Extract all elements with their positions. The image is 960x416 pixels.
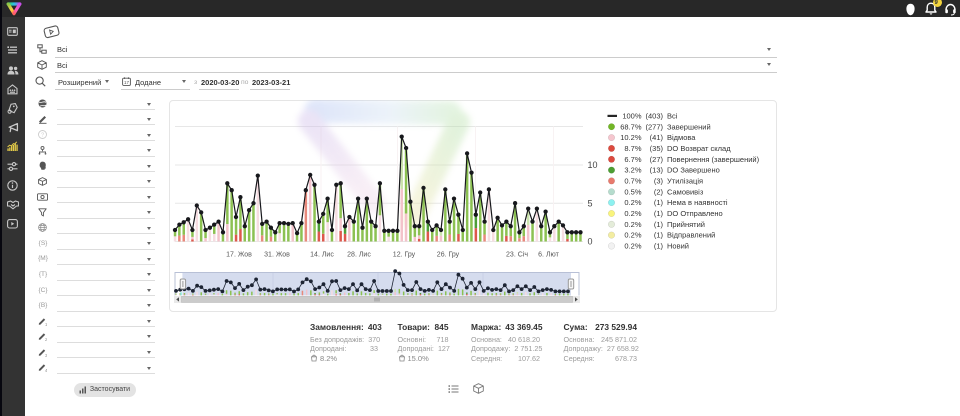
svg-text:(2): (2) [654, 187, 664, 196]
svg-text:23. Січ: 23. Січ [506, 251, 528, 259]
svg-text:Нема в наявності: Нема в наявності [667, 198, 728, 207]
svg-text:(277): (277) [645, 122, 663, 131]
svg-text:3.2%: 3.2% [624, 166, 641, 175]
svg-text:(1): (1) [654, 231, 664, 240]
svg-text:26. Гру: 26. Гру [437, 252, 460, 259]
svg-text:3: 3 [45, 352, 47, 356]
svg-text:?: ? [41, 133, 44, 139]
svg-text:0.2%: 0.2% [624, 220, 641, 229]
svg-text:0.2%: 0.2% [624, 231, 641, 240]
svg-text:6.7%: 6.7% [624, 155, 641, 164]
svg-text:68.7%: 68.7% [620, 122, 642, 131]
svg-text:(3): (3) [654, 177, 664, 186]
svg-text:DO Возврат склад: DO Возврат склад [667, 144, 731, 153]
svg-text:100%: 100% [622, 112, 642, 121]
svg-text:(1): (1) [654, 198, 664, 207]
svg-text:(41): (41) [650, 133, 664, 142]
svg-text:0.2%: 0.2% [624, 242, 641, 251]
svg-text:(403): (403) [645, 112, 663, 121]
svg-text:0.2%: 0.2% [624, 209, 641, 218]
svg-text:8.7%: 8.7% [624, 144, 641, 153]
svg-text:1: 1 [45, 321, 47, 325]
svg-text:5: 5 [588, 198, 593, 208]
svg-text:0: 0 [588, 237, 593, 247]
svg-text:0.2%: 0.2% [624, 198, 641, 207]
svg-text:17: 17 [123, 80, 129, 85]
svg-text:0.7%: 0.7% [624, 177, 641, 186]
svg-text:Всі: Всі [667, 112, 678, 121]
svg-text:31. Жов: 31. Жов [264, 252, 290, 259]
svg-text:Утилізація: Утилізація [667, 177, 703, 186]
svg-text:(1): (1) [654, 242, 664, 251]
svg-text:28. Лис: 28. Лис [347, 252, 371, 259]
svg-text:10.2%: 10.2% [620, 133, 642, 142]
svg-text:10: 10 [588, 160, 598, 170]
svg-text:2: 2 [45, 337, 47, 341]
svg-text:Новий: Новий [667, 242, 689, 251]
svg-text:17. Жов: 17. Жов [226, 252, 252, 259]
svg-text:14. Лис: 14. Лис [310, 252, 334, 259]
svg-text:Відправлений: Відправлений [667, 231, 715, 240]
svg-text:(13): (13) [650, 166, 664, 175]
svg-text:Прийнятий: Прийнятий [667, 220, 705, 229]
svg-text:Самовивіз: Самовивіз [667, 187, 704, 196]
svg-text:4: 4 [45, 368, 47, 372]
svg-text:DO Завершено: DO Завершено [667, 166, 720, 175]
svg-text:12. Гру: 12. Гру [393, 252, 416, 259]
svg-text:(35): (35) [650, 144, 664, 153]
svg-text:(1): (1) [654, 220, 664, 229]
svg-text:6. Лют: 6. Лют [538, 252, 559, 259]
svg-text:Завершений: Завершений [667, 122, 711, 131]
svg-text:DO Отправлено: DO Отправлено [667, 209, 723, 218]
svg-text:Повернення (завершений): Повернення (завершений) [667, 155, 760, 164]
svg-text:0.5%: 0.5% [624, 187, 641, 196]
svg-text:Відмова: Відмова [667, 133, 696, 142]
svg-text:(27): (27) [650, 155, 664, 164]
svg-text:(1): (1) [654, 209, 664, 218]
